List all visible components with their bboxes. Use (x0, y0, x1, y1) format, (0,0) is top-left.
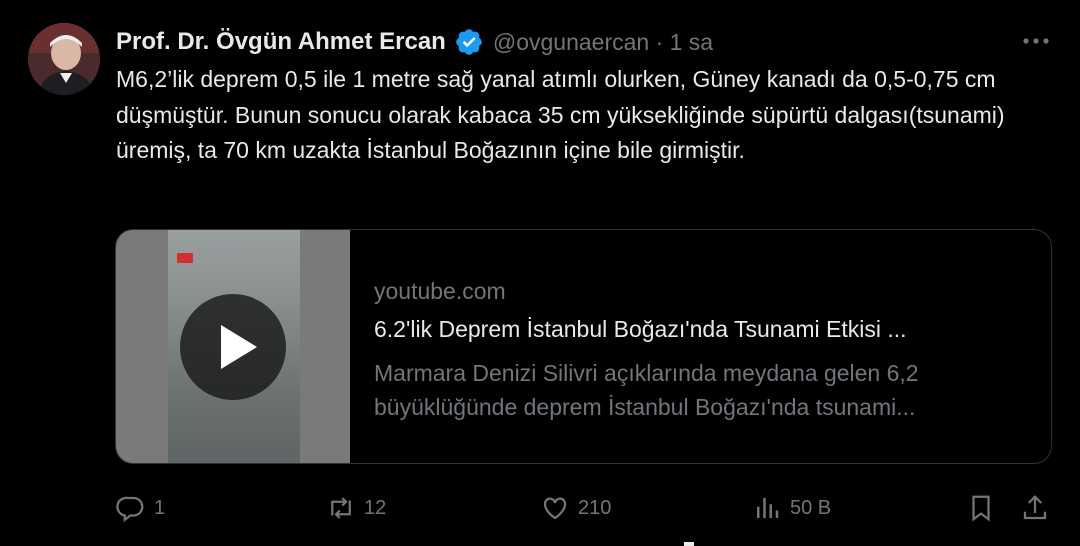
reply-icon (116, 496, 144, 523)
retweet-count: 12 (364, 496, 387, 519)
action-bar: 1 12 210 50 B (0, 488, 1080, 528)
views-button[interactable]: 50 B (752, 488, 831, 528)
more-icon[interactable] (1018, 26, 1054, 56)
handle-and-time[interactable]: @ovgunaercan · 1 sa (493, 29, 713, 56)
views-count: 50 B (790, 496, 832, 519)
reply-count: 1 (154, 496, 166, 519)
scroll-indicator (684, 542, 694, 546)
verified-badge-icon (454, 27, 484, 57)
play-icon[interactable] (180, 294, 286, 400)
bookmark-icon[interactable] (966, 488, 996, 528)
card-domain: youtube.com (374, 278, 506, 304)
like-count: 210 (578, 496, 612, 519)
video-thumbnail[interactable] (116, 230, 350, 463)
card-description: Marmara Denizi Silivri açıklarında meyda… (374, 360, 919, 420)
author-name[interactable]: Prof. Dr. Övgün Ahmet Ercan (116, 28, 446, 56)
views-icon (757, 498, 779, 518)
heart-icon (543, 497, 567, 520)
link-card[interactable]: youtube.com 6.2'lik Deprem İstanbul Boğa… (115, 229, 1052, 464)
card-title: 6.2'lik Deprem İstanbul Boğazı'nda Tsuna… (374, 316, 907, 342)
tweet-text: M6,2’lik deprem 0,5 ile 1 metre sağ yana… (116, 66, 1005, 163)
avatar[interactable] (28, 23, 100, 95)
retweet-button[interactable]: 12 (326, 488, 386, 528)
tweet-header: Prof. Dr. Övgün Ahmet Ercan @ovgunaercan… (116, 26, 713, 58)
retweet-icon (331, 497, 351, 519)
reply-button[interactable]: 1 (116, 488, 165, 528)
like-button[interactable]: 210 (540, 488, 611, 528)
share-icon[interactable] (1020, 488, 1050, 528)
channel-logo (177, 253, 193, 263)
